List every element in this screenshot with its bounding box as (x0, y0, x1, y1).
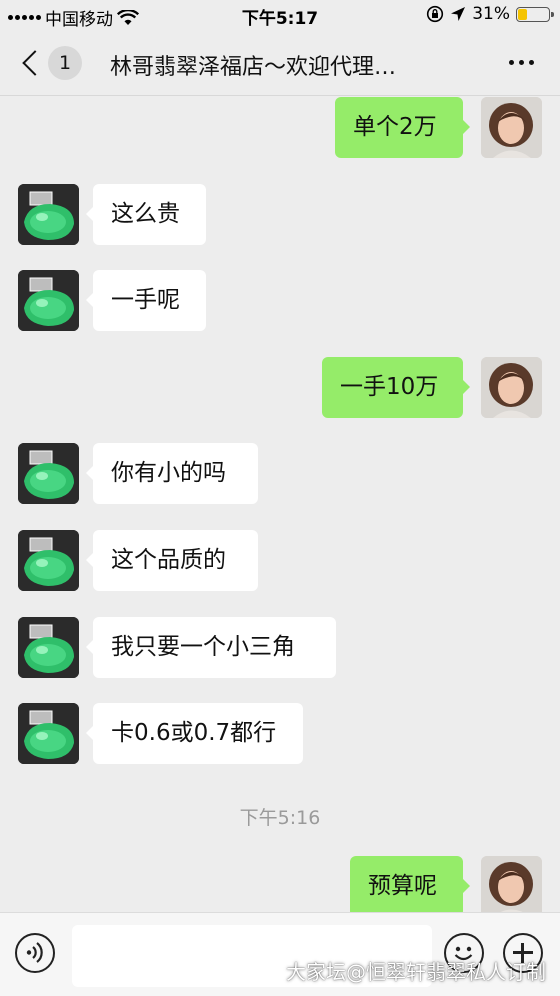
orientation-lock-icon (427, 5, 444, 23)
contact-avatar[interactable] (18, 530, 79, 591)
jade-pendant-image (18, 703, 79, 764)
message-bubble[interactable]: 卡0.6或0.7都行 (86, 703, 303, 764)
chevron-left-icon (22, 50, 48, 76)
more-dots-icon[interactable] (509, 60, 534, 65)
status-bar: 中国移动 下午5:17 31% (0, 0, 560, 30)
message-bubble[interactable]: 我只要一个小三角 (86, 617, 336, 678)
portrait-image (481, 856, 542, 917)
battery-percent: 31% (472, 4, 510, 24)
message-bubble[interactable]: 预算呢 (350, 856, 470, 917)
chat-screen: 中国移动 下午5:17 31% 1 林哥翡翠泽福店～欢迎代理… 单个2万 这么贵… (0, 0, 560, 996)
contact-avatar[interactable] (18, 270, 79, 331)
jade-pendant-image (18, 184, 79, 245)
back-button[interactable]: 1 (18, 44, 88, 82)
chat-title[interactable]: 林哥翡翠泽福店～欢迎代理… (110, 49, 460, 81)
jade-pendant-image (18, 270, 79, 331)
message-bubble[interactable]: 一手10万 (322, 357, 470, 418)
contact-avatar[interactable] (18, 184, 79, 245)
portrait-image (481, 357, 542, 418)
status-right-group: 31% (426, 4, 554, 24)
contact-avatar[interactable] (18, 703, 79, 764)
message-bubble[interactable]: 这么贵 (86, 184, 206, 245)
my-avatar[interactable] (481, 97, 542, 158)
chat-timestamp: 下午5:16 (239, 807, 321, 829)
chat-header: 1 林哥翡翠泽福店～欢迎代理… (0, 30, 560, 96)
battery-level (518, 8, 527, 20)
location-icon (451, 7, 466, 21)
watermark-text: 大家坛@恒翠轩翡翠私人订制 (286, 960, 546, 984)
battery-icon (516, 6, 554, 22)
my-avatar[interactable] (481, 856, 542, 917)
message-bubble[interactable]: 一手呢 (86, 270, 206, 331)
jade-pendant-image (18, 530, 79, 591)
message-bubble[interactable]: 单个2万 (335, 97, 470, 158)
voice-button[interactable] (15, 933, 55, 973)
jade-pendant-image (18, 443, 79, 504)
unread-count-badge: 1 (48, 46, 82, 80)
message-bubble[interactable]: 这个品质的 (86, 530, 258, 591)
jade-pendant-image (18, 617, 79, 678)
contact-avatar[interactable] (18, 443, 79, 504)
message-bubble[interactable]: 你有小的吗 (86, 443, 258, 504)
voice-icon (26, 942, 43, 963)
contact-avatar[interactable] (18, 617, 79, 678)
portrait-image (481, 97, 542, 158)
my-avatar[interactable] (481, 357, 542, 418)
